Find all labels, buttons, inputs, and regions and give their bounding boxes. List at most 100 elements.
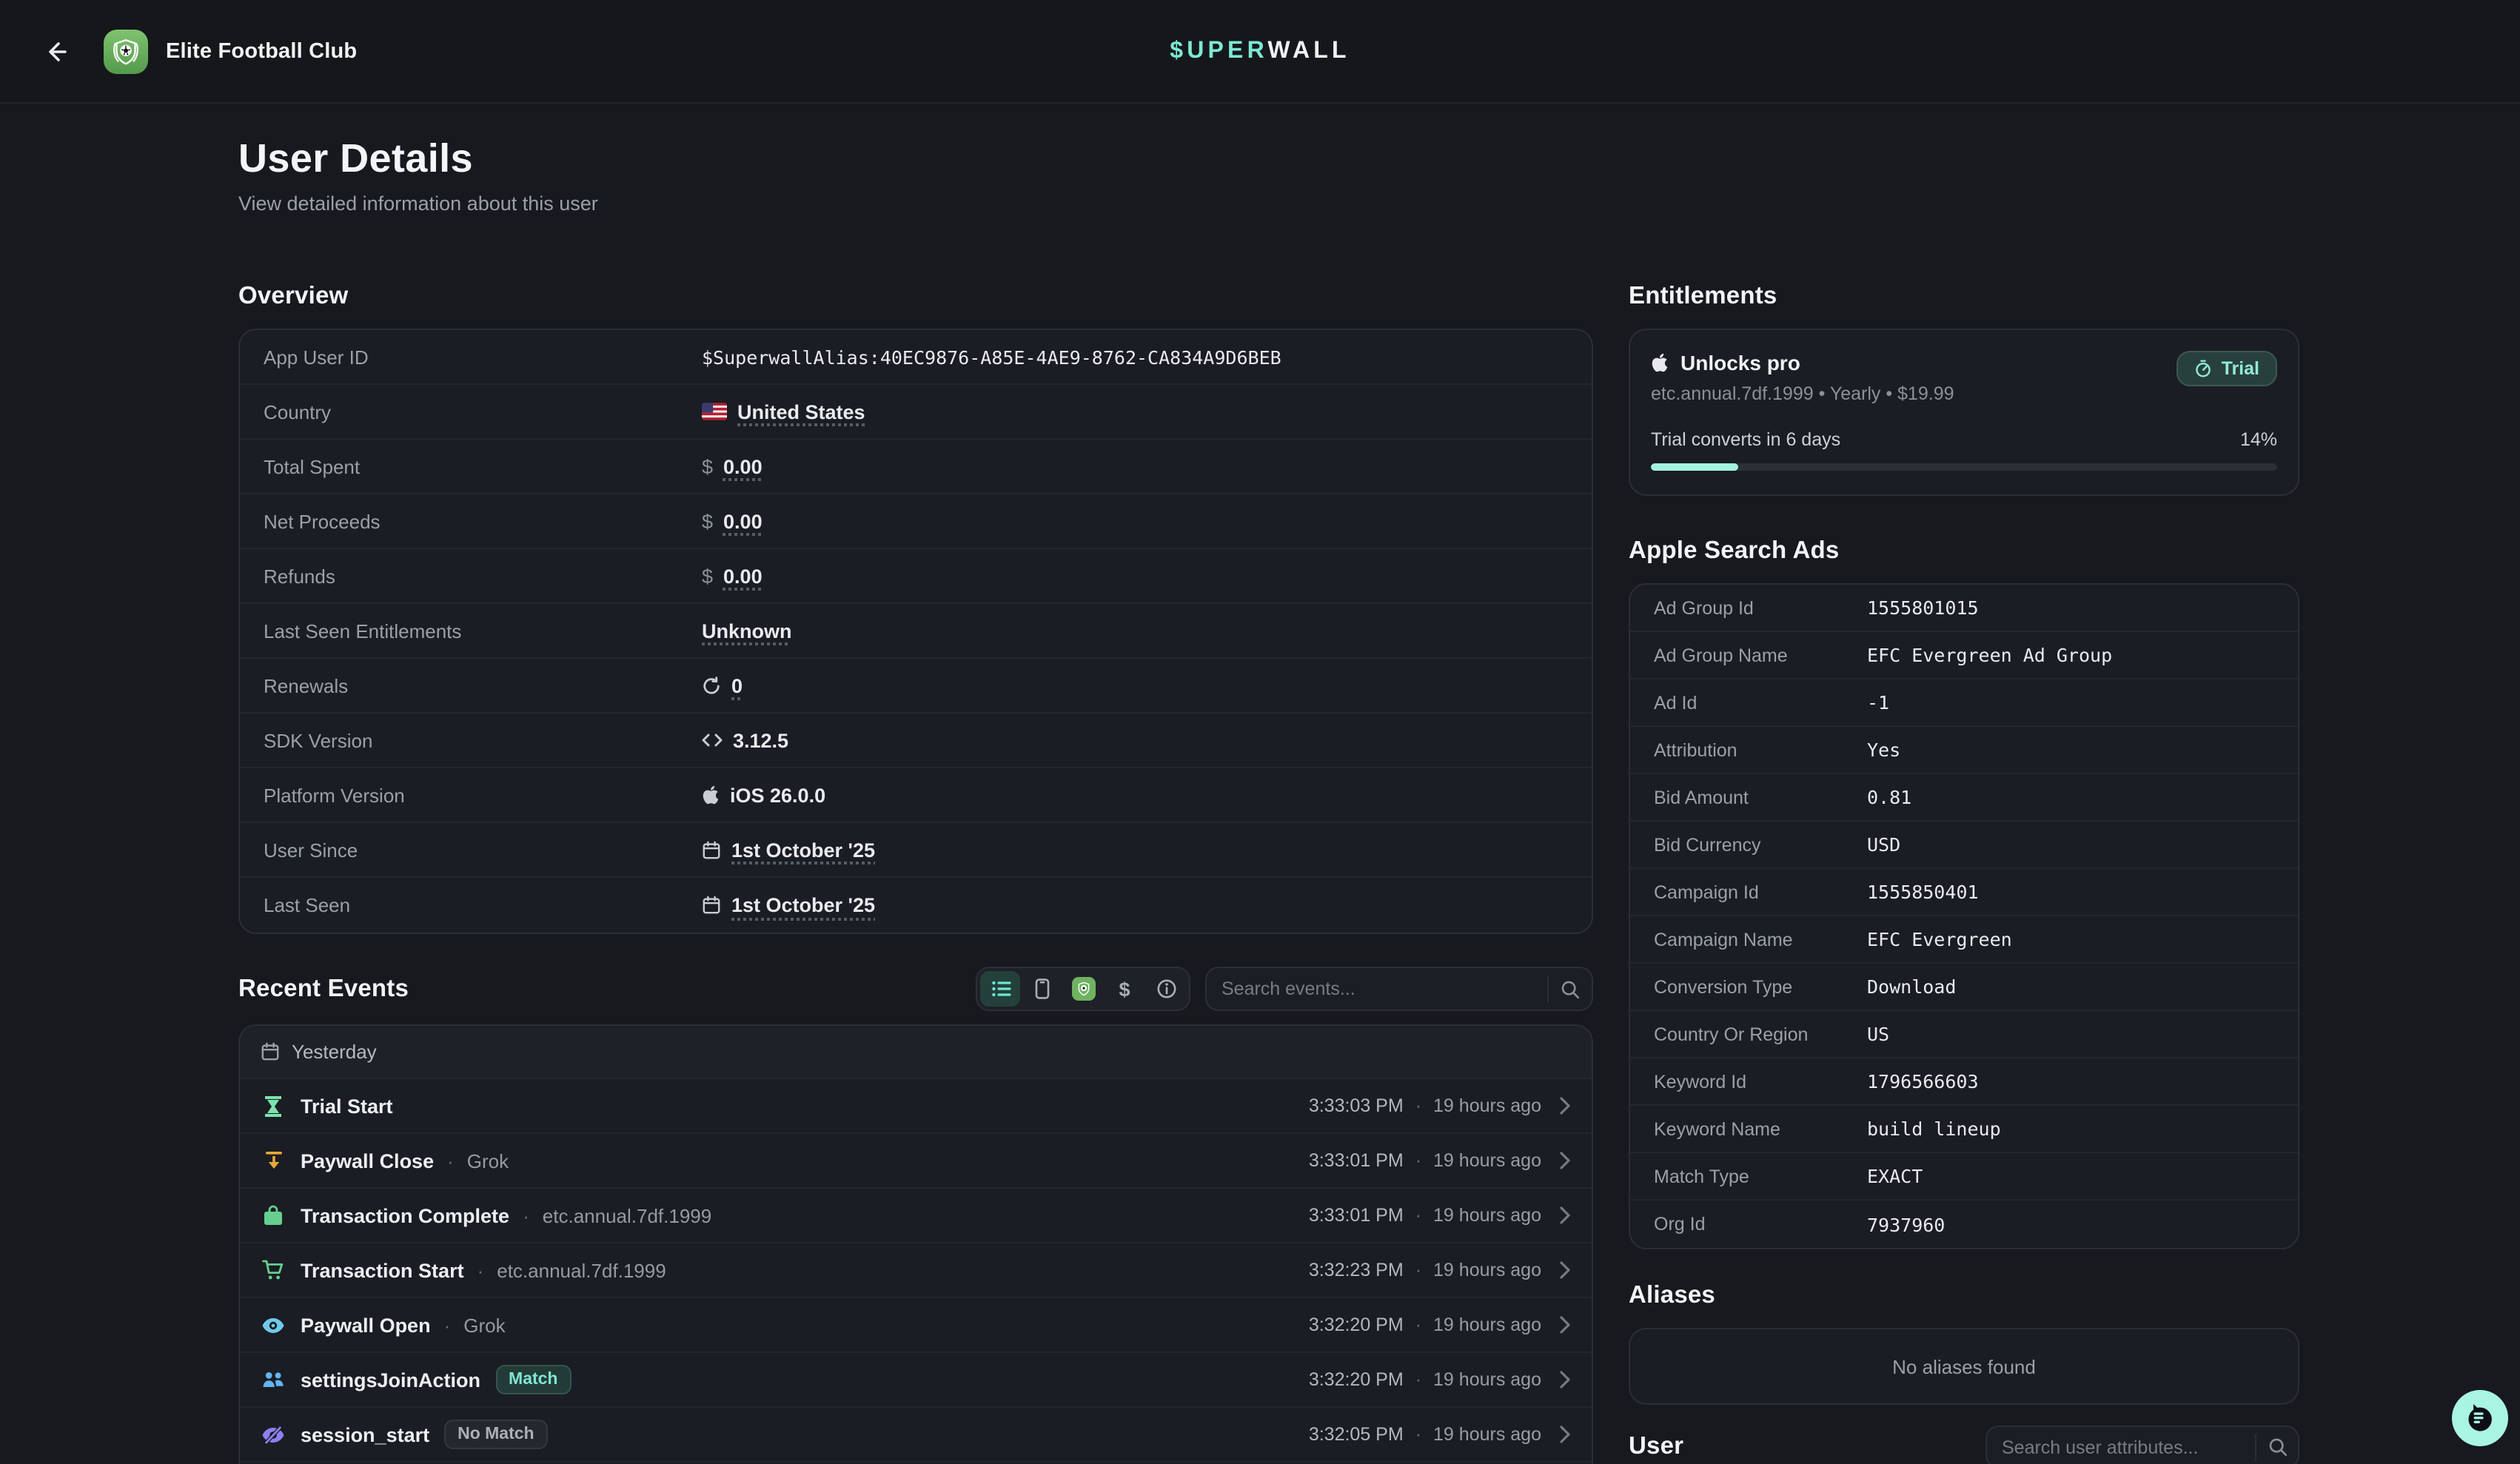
table-row: Org Id7937960 — [1630, 1201, 2298, 1248]
user-details-page: Elite Football Club $UPERWALL User Detai… — [0, 0, 2520, 1464]
filter-app-events-button[interactable] — [1063, 971, 1103, 1007]
app-user-id-value: $SuperwallAlias:40EC9876-A85E-4AE9-8762-… — [702, 346, 1281, 368]
calendar-icon — [702, 896, 721, 915]
entitlement-details: etc.annual.7df.1999 • Yearly • $19.99 — [1651, 383, 1954, 404]
page-title: User Details — [238, 136, 2520, 182]
table-row-last-seen-entitlements: Last Seen Entitlements Unknown — [240, 604, 1592, 659]
table-row: Bid Amount0.81 — [1630, 774, 2298, 822]
trial-converts-text: Trial converts in 6 days — [1651, 429, 1840, 450]
stopwatch-icon — [2195, 360, 2213, 377]
table-row-last-seen: Last Seen 1st October '25 — [240, 878, 1592, 933]
dollar-icon: $ — [1119, 978, 1130, 1000]
code-icon — [702, 731, 723, 749]
event-row-paywall-open[interactable]: Paywall Open ·Grok 3:32:20 PM·19 hours a… — [240, 1298, 1592, 1353]
table-row-refunds: Refunds $0.00 — [240, 549, 1592, 604]
chat-support-button[interactable] — [2452, 1390, 2508, 1446]
apple-icon — [702, 785, 720, 805]
event-row-session-start-lower[interactable]: session_start No Match 3:32:05 PM·19 hou… — [240, 1408, 1592, 1463]
event-row-transaction-start[interactable]: Transaction Start ·etc.annual.7df.1999 3… — [240, 1243, 1592, 1298]
chevron-right-icon — [1559, 1152, 1571, 1169]
events-search — [1205, 967, 1593, 1011]
recent-events-heading: Recent Events — [238, 975, 409, 1003]
app-mini-icon — [1071, 977, 1095, 1001]
filter-device-events-button[interactable] — [1022, 971, 1062, 1007]
aliases-heading: Aliases — [1629, 1282, 2299, 1310]
country-value[interactable]: United States — [737, 400, 865, 423]
table-row: Campaign NameEFC Evergreen — [1630, 916, 2298, 964]
events-group-header: Yesterday — [240, 1026, 1592, 1079]
event-row-paywall-close[interactable]: Paywall Close ·Grok 3:33:01 PM·19 hours … — [240, 1134, 1592, 1189]
event-row-transaction-complete[interactable]: Transaction Complete ·etc.annual.7df.199… — [240, 1189, 1592, 1243]
chevron-right-icon — [1559, 1261, 1571, 1279]
table-row: Match TypeEXACT — [1630, 1153, 2298, 1201]
top-bar: Elite Football Club $UPERWALL — [0, 0, 2520, 104]
calendar-icon — [261, 1042, 280, 1061]
overview-heading: Overview — [238, 283, 1593, 311]
events-search-input[interactable] — [1207, 978, 1547, 999]
filter-all-events-button[interactable] — [980, 971, 1020, 1007]
chevron-right-icon — [1559, 1371, 1571, 1389]
sdk-version-value: 3.12.5 — [733, 729, 788, 751]
table-row: Keyword Namebuild lineup — [1630, 1106, 2298, 1153]
trial-percent: 14% — [2240, 429, 2277, 450]
renewals-value[interactable]: 0 — [731, 674, 743, 696]
table-row: Country Or RegionUS — [1630, 1011, 2298, 1058]
table-row: Keyword Id1796566603 — [1630, 1058, 2298, 1106]
user-since-value[interactable]: 1st October '25 — [731, 839, 875, 861]
overview-table: App User ID $SuperwallAlias:40EC9876-A85… — [238, 329, 1593, 934]
trial-progress-bar — [1651, 463, 2277, 471]
table-row: Ad Group NameEFC Evergreen Ad Group — [1630, 632, 2298, 679]
match-badge: Match — [495, 1365, 571, 1394]
search-icon — [2255, 1434, 2298, 1460]
eye-off-icon — [261, 1425, 286, 1444]
chevron-right-icon — [1559, 1426, 1571, 1443]
back-button[interactable] — [36, 30, 77, 72]
filter-info-events-button[interactable] — [1146, 971, 1186, 1007]
table-row-renewals: Renewals 0 — [240, 659, 1592, 713]
refunds-value[interactable]: 0.00 — [723, 565, 763, 587]
apple-search-ads-table: Ad Group Id1555801015 Ad Group NameEFC E… — [1629, 583, 2299, 1249]
table-row-net-proceeds: Net Proceeds $0.00 — [240, 494, 1592, 549]
eye-icon — [261, 1317, 286, 1333]
user-attributes-search-input[interactable] — [1987, 1437, 2255, 1457]
superwall-logo: $UPERWALL — [1170, 38, 1350, 64]
table-row: AttributionYes — [1630, 727, 2298, 774]
table-row-platform-version: Platform Version iOS 26.0.0 — [240, 768, 1592, 823]
last-seen-value[interactable]: 1st October '25 — [731, 894, 875, 916]
no-aliases-text: No aliases found — [1892, 1355, 2036, 1377]
chevron-right-icon — [1559, 1206, 1571, 1224]
table-row-total-spent: Total Spent $0.00 — [240, 440, 1592, 494]
app-name: Elite Football Club — [166, 39, 357, 63]
calendar-icon — [702, 840, 721, 859]
trial-progress-fill — [1651, 463, 1738, 471]
total-spent-value[interactable]: 0.00 — [723, 455, 763, 477]
net-proceeds-value[interactable]: 0.00 — [723, 510, 763, 532]
table-row-sdk-version: SDK Version 3.12.5 — [240, 713, 1592, 768]
paywall-close-icon — [261, 1150, 286, 1171]
list-icon — [990, 978, 1011, 999]
refresh-icon — [702, 676, 721, 695]
table-row: Bid CurrencyUSD — [1630, 822, 2298, 869]
users-icon — [261, 1371, 286, 1389]
user-heading: User — [1629, 1433, 1683, 1461]
apple-search-ads-heading: Apple Search Ads — [1629, 537, 2299, 565]
user-attributes-search — [1985, 1426, 2299, 1464]
back-arrow-icon — [43, 38, 70, 64]
entitlements-heading: Entitlements — [1629, 283, 2299, 311]
search-icon — [1547, 976, 1592, 1002]
events-list: Yesterday Trial Start 3:33:03 PM·19 hour… — [238, 1024, 1593, 1464]
chevron-right-icon — [1559, 1097, 1571, 1115]
filter-revenue-events-button[interactable]: $ — [1105, 971, 1145, 1007]
us-flag-icon — [702, 403, 727, 420]
entitlement-card: Unlocks pro etc.annual.7df.1999 • Yearly… — [1629, 329, 2299, 496]
table-row-user-since: User Since 1st October '25 — [240, 823, 1592, 878]
table-row: Ad Group Id1555801015 — [1630, 585, 2298, 632]
event-row-settings-join-action[interactable]: settingsJoinAction Match 3:32:20 PM·19 h… — [240, 1353, 1592, 1408]
last-seen-entitlements-value[interactable]: Unknown — [702, 619, 792, 642]
phone-icon — [1033, 978, 1050, 999]
cart-icon — [261, 1260, 286, 1280]
event-row-trial-start[interactable]: Trial Start 3:33:03 PM·19 hours ago — [240, 1079, 1592, 1134]
aliases-empty-card: No aliases found — [1629, 1328, 2299, 1405]
table-row-country: Country United States — [240, 385, 1592, 440]
no-match-badge: No Match — [444, 1420, 548, 1449]
